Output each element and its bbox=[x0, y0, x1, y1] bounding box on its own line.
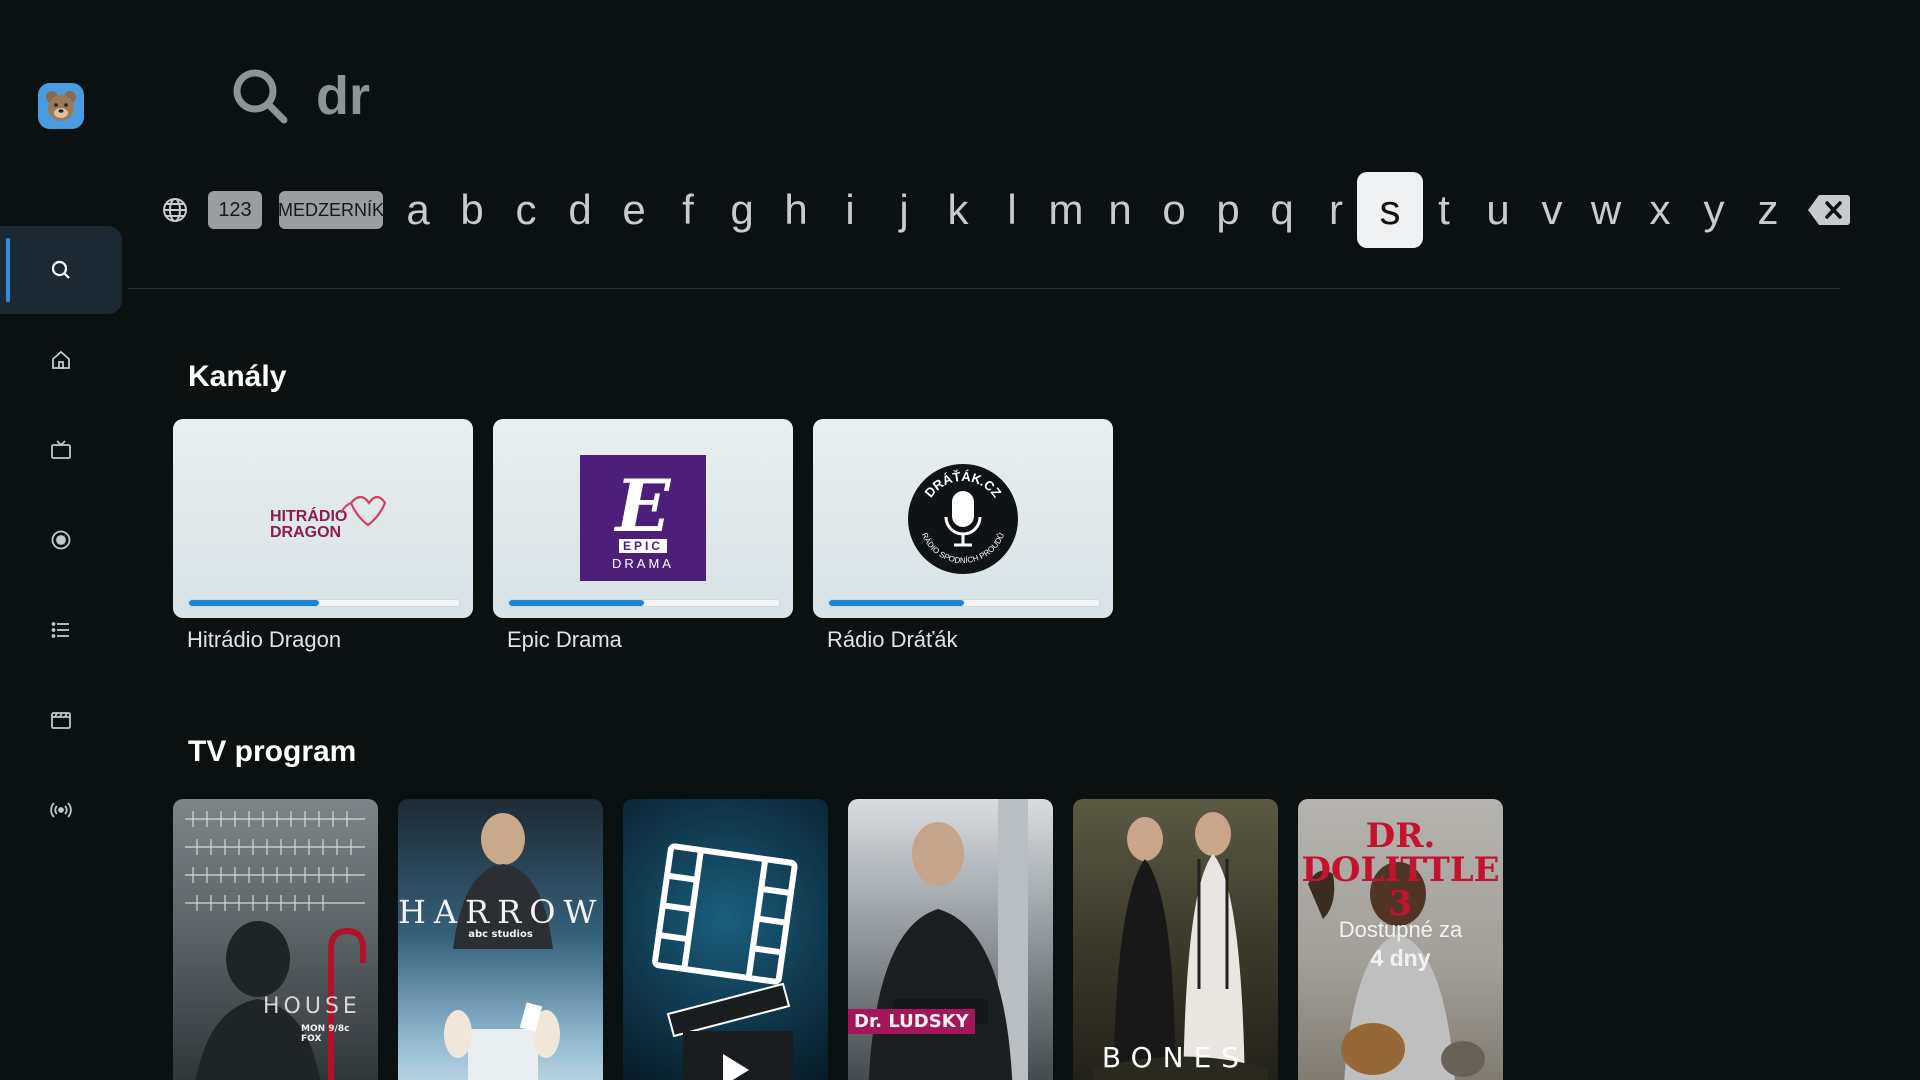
search-icon bbox=[233, 69, 288, 124]
progress-bar bbox=[508, 599, 780, 607]
key-w[interactable]: w bbox=[1581, 172, 1631, 248]
backspace-key[interactable] bbox=[1803, 172, 1855, 248]
profile-avatar[interactable] bbox=[38, 83, 84, 129]
key-d[interactable]: d bbox=[555, 172, 605, 248]
bear-icon bbox=[46, 91, 76, 121]
backspace-icon bbox=[1808, 195, 1850, 225]
logo-line-2: DRAGON bbox=[270, 524, 341, 541]
poster-title: HARROW bbox=[398, 893, 603, 931]
key-u[interactable]: u bbox=[1473, 172, 1523, 248]
search-icon bbox=[51, 260, 70, 279]
app-root: dr 123 MEDZERNÍK a b c d e f g h i j k l… bbox=[0, 0, 1920, 1080]
program-poster-generic-film[interactable] bbox=[623, 799, 828, 1080]
key-c[interactable]: c bbox=[501, 172, 551, 248]
key-n[interactable]: n bbox=[1095, 172, 1145, 248]
film-reel-icon bbox=[652, 843, 798, 1080]
key-m[interactable]: m bbox=[1041, 172, 1091, 248]
key-p[interactable]: p bbox=[1203, 172, 1253, 248]
availability-line-2: 4 dny bbox=[1370, 945, 1431, 971]
key-a[interactable]: a bbox=[393, 172, 443, 248]
globe-icon bbox=[163, 198, 187, 222]
poster-title: Dr. LUDSKY bbox=[848, 1009, 975, 1034]
bones-artwork bbox=[1093, 812, 1268, 1080]
record-icon bbox=[51, 530, 71, 550]
clapperboard-icon bbox=[51, 712, 71, 729]
logo-line-1: EPIC bbox=[623, 539, 663, 553]
keyboard-divider bbox=[128, 288, 1840, 289]
nav-tv[interactable] bbox=[0, 406, 122, 494]
channel-name: Rádio Dráťák bbox=[827, 627, 958, 652]
channel-card-hitradio-dragon[interactable]: HITRÁDIO DRAGON Hitrádio Dragon bbox=[173, 419, 473, 652]
nav-home[interactable] bbox=[0, 316, 122, 404]
space-key-label: MEDZERNÍK bbox=[278, 191, 384, 229]
key-b[interactable]: b bbox=[447, 172, 497, 248]
program-poster-dr-ludsky[interactable]: Dr. LUDSKY bbox=[848, 799, 1053, 1080]
key-k[interactable]: k bbox=[933, 172, 983, 248]
nav-radio[interactable] bbox=[0, 766, 122, 854]
key-f[interactable]: f bbox=[663, 172, 713, 248]
poster-title: DR. DOLITTLE 3 bbox=[1301, 816, 1500, 924]
progress-fill bbox=[509, 600, 644, 606]
numbers-key[interactable]: 123 bbox=[207, 172, 263, 248]
channel-card-epic-drama[interactable]: E EPIC DRAMA Epic Drama bbox=[493, 419, 793, 652]
list-icon bbox=[51, 622, 69, 638]
svg-text:E: E bbox=[614, 463, 672, 548]
progress-fill bbox=[829, 600, 964, 606]
numbers-key-label: 123 bbox=[208, 191, 262, 229]
sidebar bbox=[0, 0, 125, 1080]
poster-title: HOUSE bbox=[263, 994, 361, 1019]
channel-name: Epic Drama bbox=[507, 627, 622, 652]
channel-card-radio-dratak[interactable]: DRÁŤÁK.CZ RÁDIO SPODNÍCH PROUDŮ Rádio Dr… bbox=[813, 419, 1113, 652]
poster-title: BONES bbox=[1101, 1041, 1250, 1074]
key-r[interactable]: r bbox=[1311, 172, 1361, 248]
program-poster-bones[interactable]: BONES bbox=[1073, 799, 1278, 1080]
space-key[interactable]: MEDZERNÍK bbox=[278, 172, 384, 248]
key-g[interactable]: g bbox=[717, 172, 767, 248]
key-y[interactable]: y bbox=[1689, 172, 1739, 248]
program-poster-house[interactable]: HOUSE MON 9/8c FOX bbox=[173, 799, 378, 1080]
logo-line-1: HITRÁDIO bbox=[270, 506, 347, 525]
availability-line-1: Dostupné za bbox=[1338, 917, 1463, 942]
key-j[interactable]: j bbox=[879, 172, 929, 248]
nav-search[interactable] bbox=[0, 226, 122, 314]
key-i[interactable]: i bbox=[825, 172, 875, 248]
key-s[interactable]: s bbox=[1357, 172, 1423, 248]
broadcast-icon bbox=[50, 802, 72, 818]
logo-line-2: DRAMA bbox=[612, 556, 674, 571]
radio-dratak-logo: DRÁŤÁK.CZ RÁDIO SPODNÍCH PROUDŮ bbox=[908, 464, 1018, 574]
key-q[interactable]: q bbox=[1257, 172, 1307, 248]
nav-guide[interactable] bbox=[0, 586, 122, 674]
search-field[interactable]: dr bbox=[228, 58, 370, 134]
progress-bar bbox=[828, 599, 1100, 607]
key-h[interactable]: h bbox=[771, 172, 821, 248]
key-o[interactable]: o bbox=[1149, 172, 1199, 248]
key-z[interactable]: z bbox=[1743, 172, 1793, 248]
key-e[interactable]: e bbox=[609, 172, 659, 248]
language-key[interactable] bbox=[155, 172, 195, 248]
nav-recordings[interactable] bbox=[0, 496, 122, 584]
epic-drama-logo: E EPIC DRAMA bbox=[580, 455, 706, 581]
tv-icon bbox=[51, 440, 71, 459]
hitradio-dragon-logo: HITRÁDIO DRAGON bbox=[270, 495, 387, 541]
nav-movies[interactable] bbox=[0, 676, 122, 764]
channels-section-title: Kanály bbox=[188, 360, 287, 393]
home-icon bbox=[52, 350, 70, 369]
poster-subtitle: MON 9/8c FOX bbox=[301, 1024, 350, 1044]
on-screen-keyboard: 123 MEDZERNÍK a b c d e f g h i j k l m … bbox=[155, 172, 1855, 248]
program-poster-dr-dolittle-3[interactable]: DR. DOLITTLE 3 Dostupné za 4 dny bbox=[1298, 799, 1503, 1080]
program-poster-harrow[interactable]: HARROW abc studios bbox=[398, 799, 603, 1080]
tv-program-section-title: TV program bbox=[188, 735, 357, 768]
key-v[interactable]: v bbox=[1527, 172, 1577, 248]
key-x[interactable]: x bbox=[1635, 172, 1685, 248]
progress-bar bbox=[188, 599, 460, 607]
key-t[interactable]: t bbox=[1419, 172, 1469, 248]
key-l[interactable]: l bbox=[987, 172, 1037, 248]
channel-name: Hitrádio Dragon bbox=[187, 627, 342, 652]
progress-fill bbox=[189, 600, 319, 606]
poster-subtitle: abc studios bbox=[468, 929, 533, 940]
search-query: dr bbox=[316, 66, 370, 126]
dr-ludsky-artwork bbox=[868, 799, 1028, 1080]
